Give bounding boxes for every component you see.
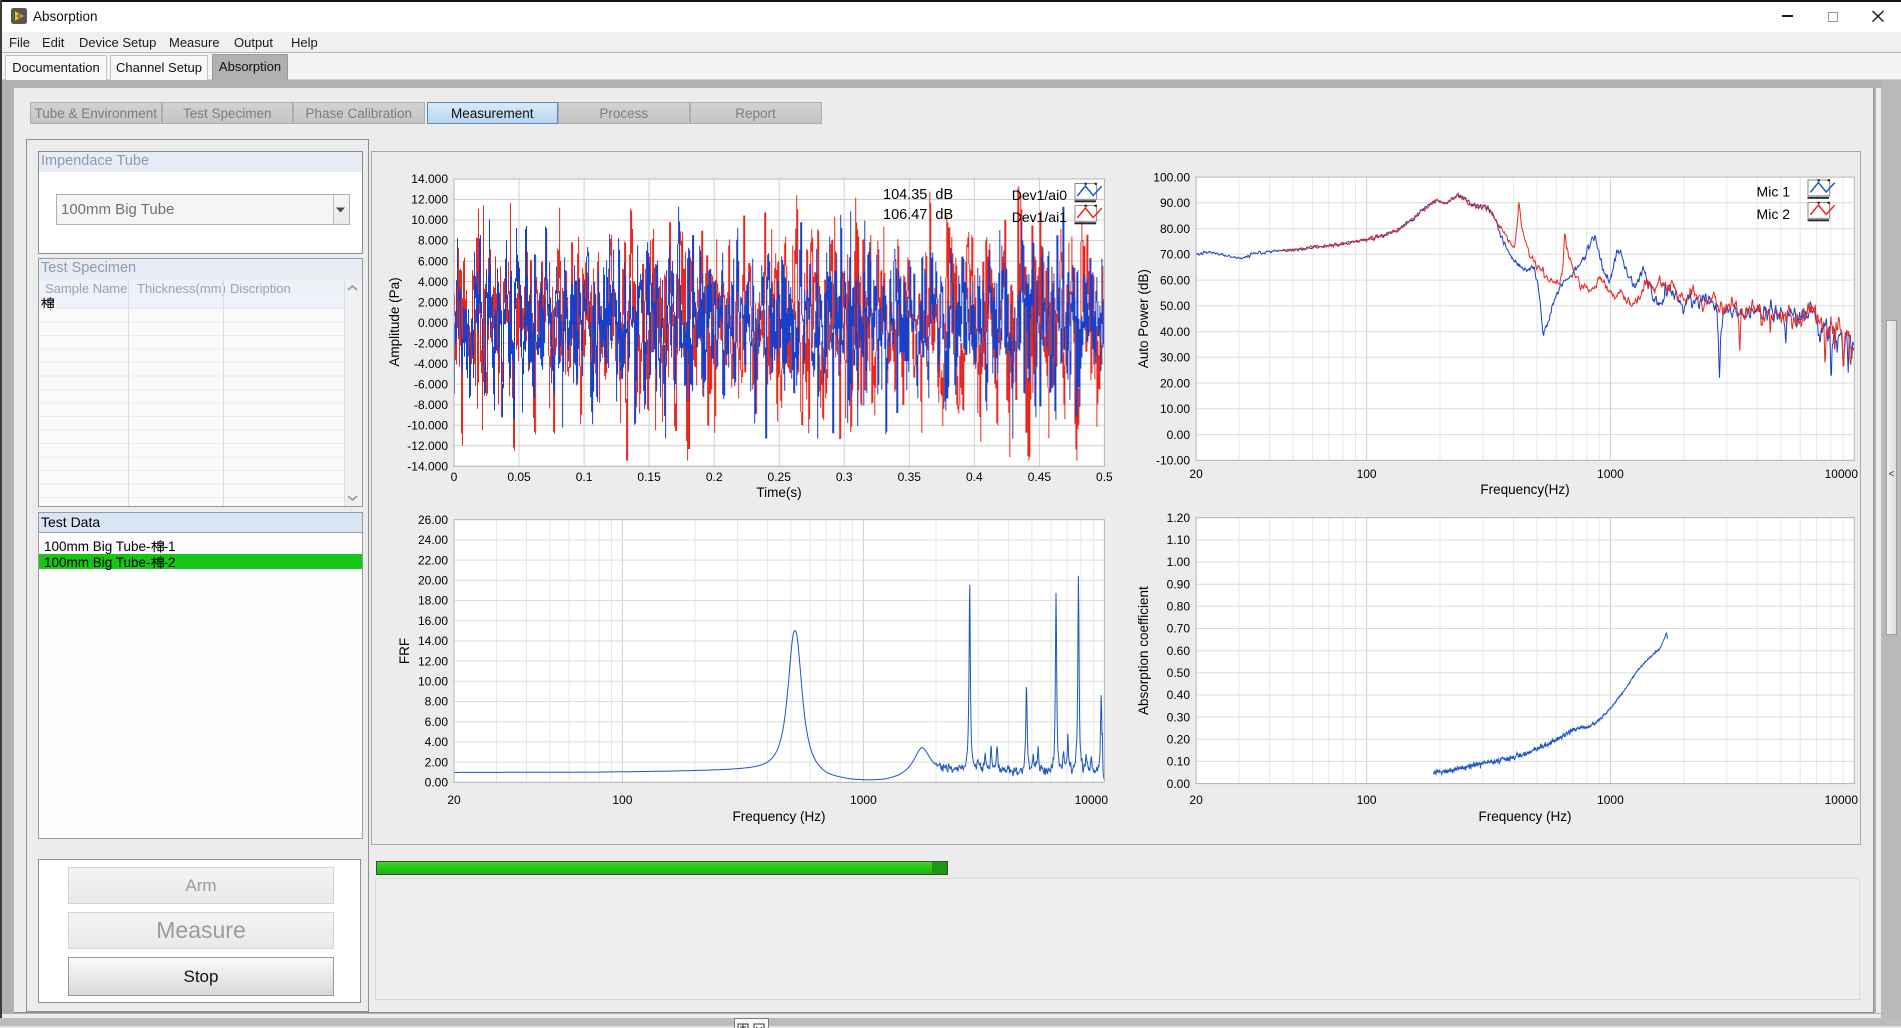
svg-text:16.00: 16.00 xyxy=(418,614,448,628)
svg-text:0.40: 0.40 xyxy=(1167,688,1191,702)
svg-text:104.35 dB: 104.35 dB xyxy=(883,187,953,203)
svg-text:14.00: 14.00 xyxy=(418,634,448,648)
svg-text:Mic 2: Mic 2 xyxy=(1757,206,1791,222)
svg-text:50.00: 50.00 xyxy=(1160,299,1190,313)
svg-text:0.80: 0.80 xyxy=(1167,600,1191,614)
svg-text:100: 100 xyxy=(612,793,632,807)
svg-text:0.30: 0.30 xyxy=(1167,710,1191,724)
svg-text:FRF: FRF xyxy=(397,638,412,664)
svg-text:0.60: 0.60 xyxy=(1167,644,1191,658)
svg-text:40.00: 40.00 xyxy=(1160,325,1190,339)
svg-text:100: 100 xyxy=(1357,467,1377,481)
svg-text:0.00: 0.00 xyxy=(1167,428,1191,442)
svg-text:0.45: 0.45 xyxy=(1028,470,1052,484)
svg-text:Amplitude (Pa): Amplitude (Pa) xyxy=(387,277,402,366)
svg-text:1.00: 1.00 xyxy=(1167,555,1191,569)
svg-text:6.00: 6.00 xyxy=(425,715,449,729)
svg-text:10000: 10000 xyxy=(1825,793,1859,807)
svg-text:100.00: 100.00 xyxy=(1153,170,1190,184)
svg-text:0.10: 0.10 xyxy=(1167,755,1191,769)
svg-text:8.00: 8.00 xyxy=(425,695,449,709)
svg-text:0.35: 0.35 xyxy=(898,470,922,484)
svg-text:6.000: 6.000 xyxy=(418,254,448,268)
svg-text:Mic 1: Mic 1 xyxy=(1757,184,1791,200)
svg-text:14.000: 14.000 xyxy=(411,172,448,186)
svg-text:-6.000: -6.000 xyxy=(414,377,448,391)
svg-text:Dev1/ai1: Dev1/ai1 xyxy=(1012,209,1067,225)
svg-text:-4.000: -4.000 xyxy=(414,357,448,371)
svg-text:30.00: 30.00 xyxy=(1160,351,1190,365)
svg-text:10000: 10000 xyxy=(1075,793,1109,807)
svg-text:0.90: 0.90 xyxy=(1167,577,1191,591)
svg-text:0.4: 0.4 xyxy=(966,470,983,484)
svg-text:-14.000: -14.000 xyxy=(407,459,448,473)
svg-text:0.5: 0.5 xyxy=(1096,470,1113,484)
svg-text:18.00: 18.00 xyxy=(418,594,448,608)
svg-text:60.00: 60.00 xyxy=(1160,273,1190,287)
svg-text:106.47 dB: 106.47 dB xyxy=(883,207,953,223)
svg-text:-8.000: -8.000 xyxy=(414,398,448,412)
svg-text:0.70: 0.70 xyxy=(1167,622,1191,636)
svg-text:1000: 1000 xyxy=(850,793,877,807)
svg-text:Dev1/ai0: Dev1/ai0 xyxy=(1012,187,1067,203)
svg-text:10000: 10000 xyxy=(1825,467,1859,481)
svg-text:10.00: 10.00 xyxy=(418,675,448,689)
svg-text:Frequency (Hz): Frequency (Hz) xyxy=(1478,809,1571,824)
svg-text:0.2: 0.2 xyxy=(706,470,723,484)
svg-text:0.15: 0.15 xyxy=(637,470,661,484)
svg-text:10.000: 10.000 xyxy=(411,213,448,227)
svg-text:-10.000: -10.000 xyxy=(407,418,448,432)
svg-text:20.00: 20.00 xyxy=(1160,376,1190,390)
svg-text:0.50: 0.50 xyxy=(1167,666,1191,680)
svg-text:Auto Power (dB): Auto Power (dB) xyxy=(1136,269,1151,368)
svg-text:Frequency(Hz): Frequency(Hz) xyxy=(1480,482,1569,497)
svg-text:0.1: 0.1 xyxy=(576,470,593,484)
svg-text:0.00: 0.00 xyxy=(425,776,449,790)
svg-text:0.3: 0.3 xyxy=(836,470,853,484)
svg-text:22.00: 22.00 xyxy=(418,553,448,567)
svg-text:0.00: 0.00 xyxy=(1167,777,1191,791)
svg-text:12.00: 12.00 xyxy=(418,654,448,668)
svg-text:-2.000: -2.000 xyxy=(414,336,448,350)
svg-text:0.000: 0.000 xyxy=(418,316,448,330)
svg-text:20: 20 xyxy=(447,793,461,807)
svg-text:Time(s): Time(s) xyxy=(756,485,801,500)
svg-text:10.00: 10.00 xyxy=(1160,402,1190,416)
svg-text:1.20: 1.20 xyxy=(1167,511,1191,525)
svg-text:0: 0 xyxy=(451,470,458,484)
svg-text:4.00: 4.00 xyxy=(425,735,449,749)
svg-text:1000: 1000 xyxy=(1597,793,1624,807)
svg-text:20: 20 xyxy=(1189,467,1203,481)
svg-text:Frequency (Hz): Frequency (Hz) xyxy=(732,809,825,824)
svg-text:2.000: 2.000 xyxy=(418,295,448,309)
svg-text:24.00: 24.00 xyxy=(418,533,448,547)
svg-text:26.00: 26.00 xyxy=(418,513,448,527)
svg-text:1.10: 1.10 xyxy=(1167,533,1191,547)
svg-text:-10.00: -10.00 xyxy=(1156,454,1190,468)
svg-text:-12.000: -12.000 xyxy=(407,439,448,453)
svg-text:1000: 1000 xyxy=(1597,467,1624,481)
svg-text:0.20: 0.20 xyxy=(1167,733,1191,747)
svg-text:100: 100 xyxy=(1357,793,1377,807)
svg-text:0.25: 0.25 xyxy=(768,470,792,484)
svg-text:4.000: 4.000 xyxy=(418,275,448,289)
svg-text:20.00: 20.00 xyxy=(418,574,448,588)
svg-text:90.00: 90.00 xyxy=(1160,196,1190,210)
svg-text:8.000: 8.000 xyxy=(418,234,448,248)
svg-text:70.00: 70.00 xyxy=(1160,248,1190,262)
svg-text:0.05: 0.05 xyxy=(507,470,531,484)
svg-text:80.00: 80.00 xyxy=(1160,222,1190,236)
svg-text:20: 20 xyxy=(1189,793,1203,807)
svg-text:Absorption coefficient: Absorption coefficient xyxy=(1136,586,1151,715)
svg-text:2.00: 2.00 xyxy=(425,755,449,769)
svg-text:12.000: 12.000 xyxy=(411,193,448,207)
